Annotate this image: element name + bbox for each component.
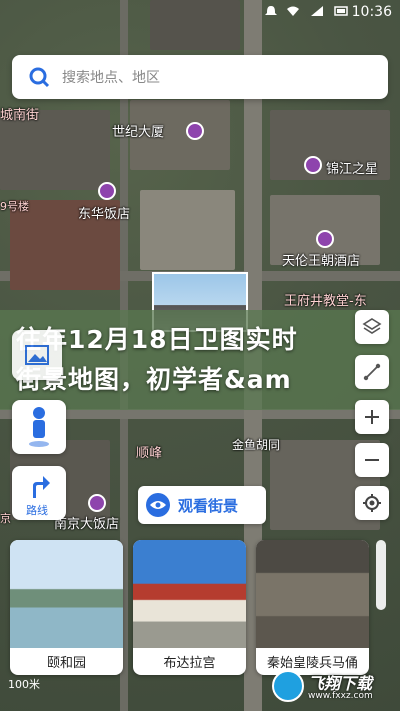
- clock: 10:36: [351, 4, 392, 20]
- signal-icon: [311, 6, 323, 16]
- battery-icon: [334, 6, 348, 16]
- bell-icon: [265, 6, 277, 15]
- map-label: 世纪大厦: [112, 125, 165, 140]
- scenic-card[interactable]: 颐和园: [10, 540, 123, 675]
- layers-button[interactable]: [355, 310, 389, 344]
- scenic-image: [133, 540, 246, 648]
- map-label: 京: [0, 512, 11, 525]
- watermark: 飞翔下载 www.fxxz.com: [268, 666, 398, 706]
- scenic-card[interactable]: 布达拉宫: [133, 540, 246, 675]
- search-icon: [29, 67, 50, 88]
- map-scale: 100米: [8, 678, 40, 691]
- zoom-out-button[interactable]: [355, 443, 389, 477]
- map-label: 金鱼胡同: [232, 438, 281, 452]
- locate-icon: [363, 494, 381, 512]
- minus-icon: [365, 459, 379, 461]
- image-layer-button[interactable]: [12, 330, 62, 380]
- plus-icon: [365, 410, 379, 424]
- map-label: 顺峰: [136, 446, 163, 461]
- poi-marker-icon[interactable]: [98, 182, 116, 200]
- poi-marker-icon[interactable]: [186, 122, 204, 140]
- map-label: 9号楼: [0, 200, 29, 213]
- scenic-card[interactable]: 秦始皇陵兵马俑: [256, 540, 369, 675]
- scenic-card-title: 颐和园: [46, 656, 86, 671]
- locate-button[interactable]: [355, 486, 389, 520]
- map-label: 东华饭店: [78, 207, 131, 222]
- scenic-image: [10, 540, 123, 648]
- map-label: 王府井教堂-东: [284, 294, 367, 309]
- scenic-card-title: 布达拉宫: [163, 656, 216, 671]
- wifi-icon: [287, 6, 299, 16]
- status-bar: 10:36: [0, 0, 400, 26]
- image-icon: [25, 345, 49, 365]
- route-button-label: 路线: [26, 504, 48, 517]
- search-bar[interactable]: 搜索地点、地区: [12, 55, 388, 99]
- route-button[interactable]: 路线: [12, 466, 66, 520]
- measure-button[interactable]: [355, 355, 389, 389]
- map-label: 城南街: [0, 108, 40, 123]
- scenic-image: [256, 540, 369, 648]
- layers-icon: [362, 318, 382, 334]
- person-icon: [29, 407, 49, 447]
- search-placeholder: 搜索地点、地区: [62, 70, 160, 86]
- ruler-icon: [363, 363, 381, 381]
- eye-icon: [146, 493, 170, 517]
- zoom-in-button[interactable]: [355, 400, 389, 434]
- poi-marker-icon[interactable]: [316, 230, 334, 248]
- watermark-url: www.fxxz.com: [308, 691, 373, 701]
- view-street-button[interactable]: 观看街景: [138, 486, 266, 524]
- street-view-person-button[interactable]: [12, 400, 66, 454]
- view-street-label: 观看街景: [178, 497, 239, 515]
- poi-marker-icon[interactable]: [88, 494, 106, 512]
- watermark-logo-icon: [272, 670, 304, 702]
- poi-marker-icon[interactable]: [304, 156, 322, 174]
- map-label: 锦江之星: [326, 162, 379, 177]
- route-arrow-icon: [33, 476, 50, 498]
- card-scrollbar[interactable]: [376, 540, 386, 610]
- map-label: 天伦王朝酒店: [282, 254, 361, 269]
